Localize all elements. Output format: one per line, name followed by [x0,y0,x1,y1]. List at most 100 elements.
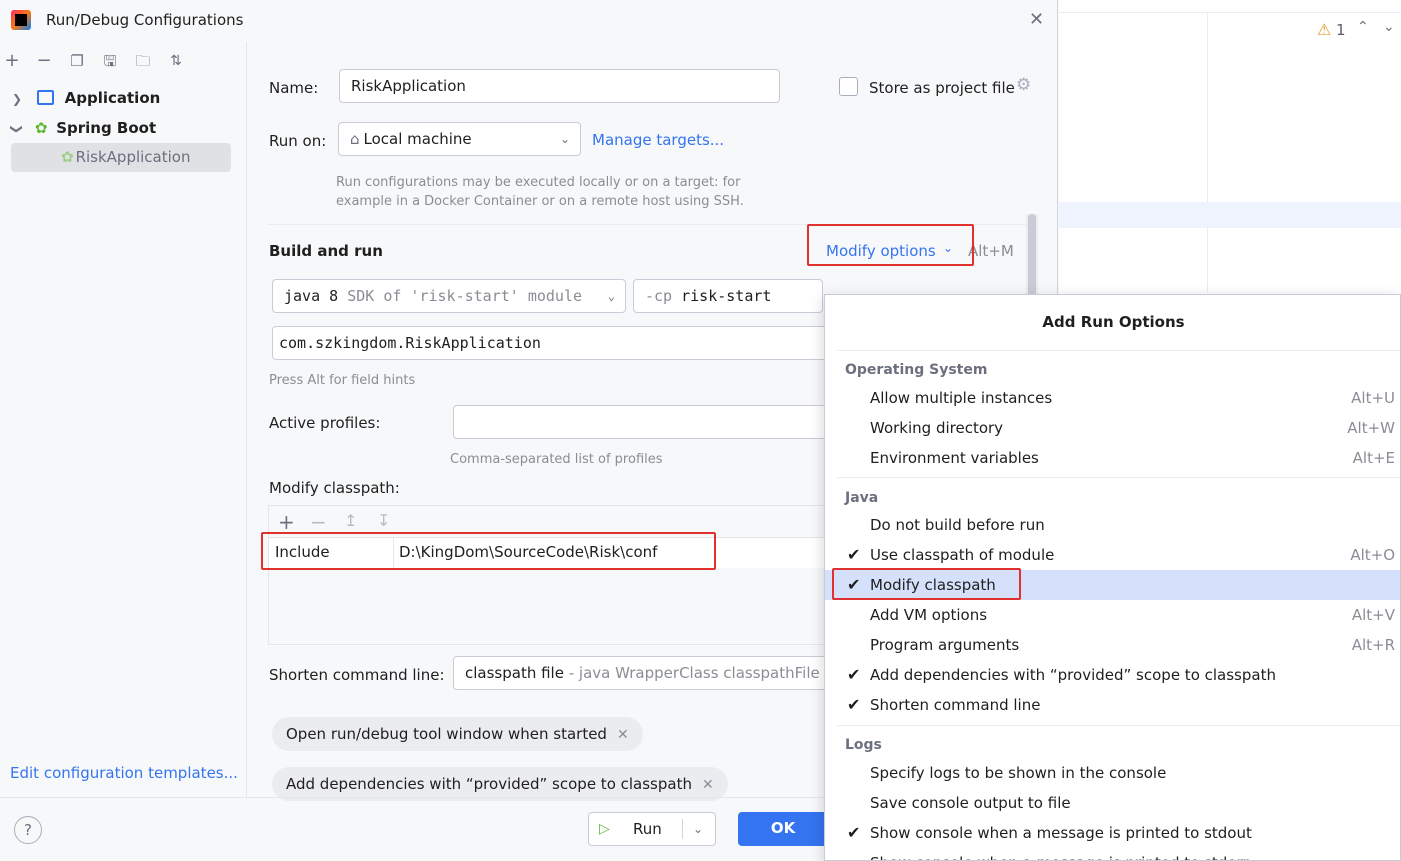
shorten-label: Shorten command line: [269,666,445,684]
main-class-input[interactable]: com.szkingdom.RiskApplication [272,326,832,360]
shorten-value: classpath file [465,664,564,682]
home-icon: ⌂ [350,130,360,148]
option-save-console-output[interactable]: Save console output to file [825,788,1400,818]
option-do-not-build[interactable]: Do not build before run [825,510,1400,540]
option-program-arguments[interactable]: Program arguments Alt+R [825,630,1400,660]
tree-item-spring-boot[interactable]: ❯ ✿ Spring Boot [10,114,237,142]
ok-button[interactable]: OK [738,812,828,846]
chevron-down-icon[interactable]: ⌄ [693,813,703,845]
editor-divider [1059,12,1401,13]
gear-icon[interactable]: ⚙ [1016,75,1031,95]
name-label: Name: [269,79,319,97]
editor-current-line [1059,202,1401,228]
chip-label: Open run/debug tool window when started [286,725,607,743]
save-icon[interactable]: 🖫 [99,50,121,72]
option-show-console-stderr[interactable]: Show console when a message is printed t… [825,848,1400,860]
shorten-select[interactable]: classpath file - java WrapperClass class… [453,656,833,690]
add-icon[interactable]: + [1,50,23,72]
spring-boot-icon: ✿ [61,148,74,166]
chevron-down-icon[interactable]: ⌄ [1383,19,1395,35]
chip-label: Add dependencies with “provided” scope t… [286,775,692,793]
move-up-icon[interactable]: ↥ [344,511,357,530]
jdk-select[interactable]: java 8 SDK of 'risk-start' module ⌄ [272,279,626,313]
popup-title: Add Run Options [1042,313,1185,331]
config-tree-pane: + − ❐ 🖫 🗀 ⇅ ❯ Application ❯ ✿ Spring Boo… [0,42,247,797]
run-button[interactable]: ▷ Run ⌄ [588,812,716,846]
run-on-select[interactable]: ⌂ Local machine ⌄ [338,122,581,156]
tree-item-label: Spring Boot [56,119,157,137]
new-folder-icon[interactable]: 🗀 [132,50,154,72]
cp-value: risk-start [681,287,772,305]
option-working-directory[interactable]: Working directory Alt+W [825,413,1400,443]
close-icon[interactable]: ✕ [617,727,629,743]
application-icon [36,90,54,105]
popup-divider [837,725,1400,726]
chevron-down-icon: ⌄ [559,132,570,146]
store-project-checkbox[interactable] [839,77,858,96]
manage-targets-link[interactable]: Manage targets... [592,130,724,150]
option-add-vm-options[interactable]: Add VM options Alt+V [825,600,1400,630]
warning-count: 1 [1336,21,1346,39]
active-profiles-input[interactable] [453,405,833,439]
title-bar: Run/Debug Configurations ✕ [0,0,1058,42]
move-down-icon[interactable]: ↧ [377,511,390,530]
run-label: Run [633,820,662,838]
profiles-hint: Comma-separated list of profiles [450,452,663,467]
section-operating-system: Operating System [845,362,988,378]
tree-item-label: Application [64,89,161,107]
run-on-value: Local machine [363,130,472,148]
cp-flag: -cp [645,287,673,305]
run-on-label: Run on: [269,132,327,150]
window-title: Run/Debug Configurations [46,11,244,29]
popup-divider [837,477,1400,478]
shorten-desc: - java WrapperClass classpathFile cla [568,664,833,682]
classpath-module-select[interactable]: -cp risk-start [633,279,823,313]
option-add-provided-dependencies[interactable]: ✔ Add dependencies with “provided” scope … [825,660,1400,690]
chevron-right-icon[interactable]: ❯ [12,92,22,106]
highlight-modify-options [807,224,974,266]
option-allow-multiple-instances[interactable]: Allow multiple instances Alt+U [825,383,1400,413]
tree-item-label: RiskApplication [75,148,191,166]
option-show-console-stdout[interactable]: ✔ Show console when a message is printed … [825,818,1400,848]
check-icon: ✔ [847,695,861,714]
check-icon: ✔ [847,665,861,684]
option-specify-logs[interactable]: Specify logs to be shown in the console [825,758,1400,788]
option-use-classpath-of-module[interactable]: ✔ Use classpath of module Alt+O [825,540,1400,570]
chevron-down-icon[interactable]: ❯ [3,124,31,134]
check-icon: ✔ [847,545,861,564]
remove-icon[interactable]: − [310,510,327,534]
chip-provided-scope[interactable]: Add dependencies with “provided” scope t… [272,767,728,801]
section-logs: Logs [845,737,882,753]
edit-templates-link[interactable]: Edit configuration templates... [10,764,238,782]
popup-divider [837,350,1400,351]
option-environment-variables[interactable]: Environment variables Alt+E [825,443,1400,473]
remove-icon[interactable]: − [33,50,55,72]
tree-item-application[interactable]: ❯ Application [12,84,237,112]
close-icon[interactable]: ✕ [702,777,714,793]
warning-icon[interactable]: ⚠ [1317,20,1331,39]
spring-boot-icon: ✿ [34,119,48,137]
classpath-table: + − ↥ ↧ Include D:\KingDom\SourceCode\Ri… [268,505,828,645]
highlight-classpath-row [261,532,716,570]
play-icon: ▷ [599,821,610,837]
option-shorten-command-line[interactable]: ✔ Shorten command line [825,690,1400,720]
jdk-java: java 8 [284,287,339,305]
store-project-label: Store as project file [869,79,1015,97]
active-profiles-label: Active profiles: [269,414,381,432]
tree-item-risk-application[interactable]: ✿ RiskApplication [11,143,231,172]
modify-options-shortcut: Alt+M [968,242,1014,260]
close-icon[interactable]: ✕ [1029,9,1044,30]
chevron-down-icon: ⌄ [607,289,615,303]
name-input[interactable]: RiskApplication [339,69,780,103]
run-on-hint-line-1: Run configurations may be executed local… [336,175,741,190]
copy-icon[interactable]: ❐ [66,50,88,72]
chevron-up-icon[interactable]: ⌃ [1357,19,1369,35]
add-icon[interactable]: + [278,510,295,534]
app-logo-icon [11,10,31,30]
jdk-desc: SDK of 'risk-start' module [347,287,583,305]
sort-icon[interactable]: ⇅ [165,50,187,72]
check-icon: ✔ [847,823,861,842]
field-hint: Press Alt for field hints [269,373,416,388]
help-icon[interactable]: ? [14,816,42,844]
chip-open-tool-window[interactable]: Open run/debug tool window when started ✕ [272,717,643,751]
